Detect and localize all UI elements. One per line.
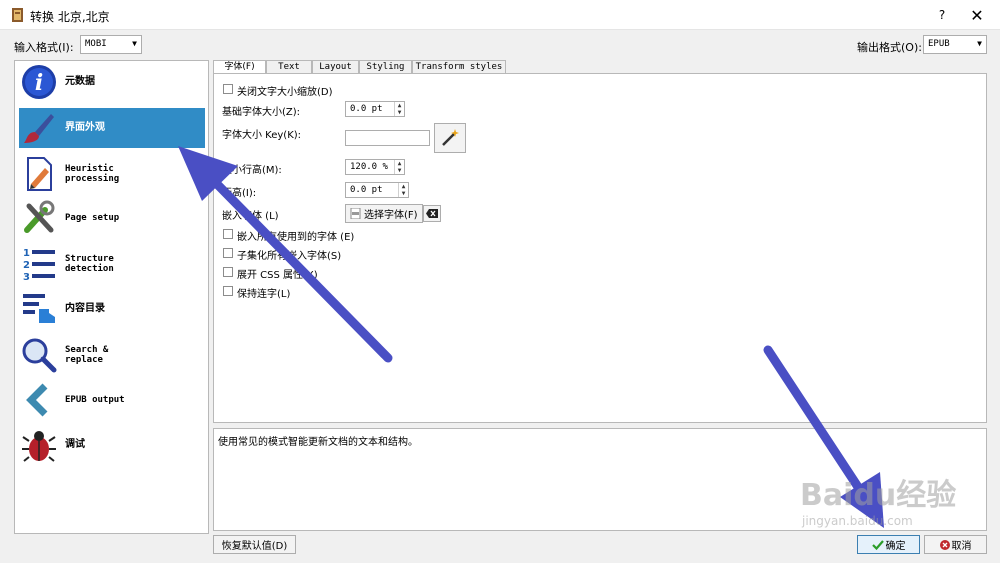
magic-wand-icon bbox=[442, 129, 459, 146]
fonts-settings-panel: 关闭文字大小缩放(D) 基础字体大小(Z): 0.0 pt ▲ ▼ 字体大小 Ke… bbox=[213, 73, 987, 423]
sidebar-item-label: 调试 bbox=[65, 439, 85, 450]
bug-icon bbox=[19, 425, 59, 465]
sidebar-item-label: Heuristic processing bbox=[65, 164, 120, 184]
checkmark-icon bbox=[871, 539, 884, 550]
info-icon: i bbox=[19, 62, 59, 102]
font-size-key-label: 字体大小 Key(K): bbox=[222, 130, 302, 141]
window-title: 转换 北京,北京 bbox=[30, 10, 110, 24]
subset-fonts-label: 子集化所有嵌入字体(S) bbox=[237, 251, 342, 262]
sidebar-item-metadata[interactable]: i 元数据 bbox=[19, 62, 205, 102]
sidebar: i 元数据 界面外观 Heuristic processing Page set… bbox=[14, 60, 209, 534]
cancel-label: 取消 bbox=[951, 541, 972, 552]
sidebar-item-toc[interactable]: 内容目录 bbox=[19, 289, 205, 329]
input-format-select[interactable]: MOBI ▼ bbox=[80, 35, 142, 54]
watermark-brand: Baidu经验 bbox=[800, 478, 957, 513]
svg-text:i: i bbox=[35, 70, 43, 96]
sidebar-item-label: 内容目录 bbox=[65, 303, 105, 314]
font-file-icon bbox=[350, 208, 361, 219]
min-line-height-spinbox[interactable]: 120.0 % ▲ ▼ bbox=[345, 159, 405, 175]
help-description-text: 使用常见的模式智能更新文档的文本和结构。 bbox=[218, 437, 418, 448]
font-size-key-input[interactable] bbox=[345, 130, 430, 146]
svg-text:2: 2 bbox=[23, 260, 30, 271]
sidebar-item-label: Structure detection bbox=[65, 254, 114, 274]
min-line-height-label: 最小行高(M): bbox=[222, 165, 282, 176]
base-font-size-spinbox[interactable]: 0.0 pt ▲ ▼ bbox=[345, 101, 405, 117]
clear-icon bbox=[426, 209, 438, 218]
toc-icon bbox=[19, 289, 59, 329]
min-line-height-value: 120.0 % bbox=[350, 162, 388, 172]
embed-font-label: 嵌入字体 (L) bbox=[222, 211, 279, 222]
tab-layout[interactable]: Layout bbox=[312, 60, 359, 74]
restore-defaults-button[interactable]: 恢复默认值(D) bbox=[213, 535, 296, 554]
sidebar-item-search-replace[interactable]: Search & replace bbox=[19, 335, 205, 375]
input-format-value: MOBI bbox=[85, 39, 107, 49]
expand-css-label: 展开 CSS 属性(X) bbox=[237, 270, 318, 281]
choose-font-label: 选择字体(F) bbox=[364, 210, 418, 221]
line-height-spinbox[interactable]: 0.0 pt ▲ ▼ bbox=[345, 182, 409, 198]
base-font-size-value: 0.0 pt bbox=[350, 104, 383, 114]
embed-all-fonts-checkbox[interactable] bbox=[223, 229, 233, 239]
sidebar-item-structure-detection[interactable]: 123 Structure detection bbox=[19, 244, 205, 284]
disable-font-rescaling-label: 关闭文字大小缩放(D) bbox=[237, 87, 333, 98]
sidebar-item-debug[interactable]: 调试 bbox=[19, 425, 205, 465]
help-button[interactable]: ? bbox=[922, 0, 962, 30]
brush-icon bbox=[19, 108, 59, 148]
spin-arrows-icon[interactable]: ▲ ▼ bbox=[394, 160, 404, 174]
sidebar-item-label: 界面外观 bbox=[65, 122, 105, 133]
subset-fonts-checkbox[interactable] bbox=[223, 248, 233, 258]
magnifier-icon bbox=[19, 335, 59, 375]
spin-arrows-icon[interactable]: ▲ ▼ bbox=[394, 102, 404, 116]
embed-all-fonts-label: 嵌入所有使用到的字体 (E) bbox=[237, 232, 355, 243]
output-format-label: 输出格式(O): bbox=[857, 41, 922, 54]
sidebar-item-label: EPUB output bbox=[65, 395, 125, 405]
sidebar-item-label: Page setup bbox=[65, 213, 120, 223]
chevron-down-icon: ▼ bbox=[977, 39, 982, 48]
ok-button[interactable]: 确定 bbox=[857, 535, 920, 554]
ok-label: 确定 bbox=[885, 541, 906, 552]
expand-css-checkbox[interactable] bbox=[223, 267, 233, 277]
baidu-jingyan-watermark: Baidu经验 jingyan.baidu.com bbox=[800, 470, 956, 528]
title-bar: 转换 北京,北京 ? ✕ bbox=[0, 0, 1000, 30]
sidebar-item-label: 元数据 bbox=[65, 76, 95, 87]
sidebar-item-label: Search & replace bbox=[65, 345, 109, 365]
clear-font-button[interactable] bbox=[423, 205, 441, 222]
cancel-button[interactable]: 取消 bbox=[924, 535, 987, 554]
output-format-select[interactable]: EPUB ▼ bbox=[923, 35, 987, 54]
chevron-down-icon: ▼ bbox=[132, 39, 137, 48]
line-height-label: 行高(I): bbox=[222, 188, 257, 199]
spin-arrows-icon[interactable]: ▲ ▼ bbox=[398, 183, 408, 197]
svg-text:1: 1 bbox=[23, 248, 30, 259]
line-height-value: 0.0 pt bbox=[350, 185, 383, 195]
sidebar-item-epub-output[interactable]: EPUB output bbox=[19, 380, 205, 420]
disable-font-rescaling-checkbox[interactable] bbox=[223, 84, 233, 94]
tab-styling[interactable]: Styling bbox=[359, 60, 412, 74]
close-button[interactable]: ✕ bbox=[957, 0, 997, 30]
tools-icon bbox=[19, 198, 59, 238]
numbered-list-icon: 123 bbox=[19, 244, 59, 284]
cancel-x-icon bbox=[939, 539, 950, 550]
tab-transform-styles[interactable]: Transform styles bbox=[412, 60, 506, 74]
keep-ligatures-label: 保持连字(L) bbox=[237, 289, 291, 300]
svg-text:3: 3 bbox=[23, 272, 30, 282]
keep-ligatures-checkbox[interactable] bbox=[223, 286, 233, 296]
sidebar-item-look-and-feel[interactable]: 界面外观 bbox=[19, 108, 205, 148]
input-format-label: 输入格式(I): bbox=[14, 41, 74, 54]
restore-defaults-label: 恢复默认值(D) bbox=[221, 541, 288, 552]
tab-text[interactable]: Text bbox=[266, 60, 312, 74]
chevron-left-icon bbox=[19, 380, 59, 420]
choose-font-button[interactable]: 选择字体(F) bbox=[345, 204, 423, 223]
base-font-size-label: 基础字体大小(Z): bbox=[222, 107, 301, 118]
output-format-value: EPUB bbox=[928, 39, 950, 49]
sidebar-item-page-setup[interactable]: Page setup bbox=[19, 198, 205, 238]
sidebar-item-heuristic-processing[interactable]: Heuristic processing bbox=[19, 154, 205, 194]
font-key-wizard-button[interactable] bbox=[434, 123, 466, 153]
watermark-url: jingyan.baidu.com bbox=[802, 514, 913, 528]
document-edit-icon bbox=[19, 154, 59, 194]
calibre-app-icon bbox=[12, 8, 23, 22]
